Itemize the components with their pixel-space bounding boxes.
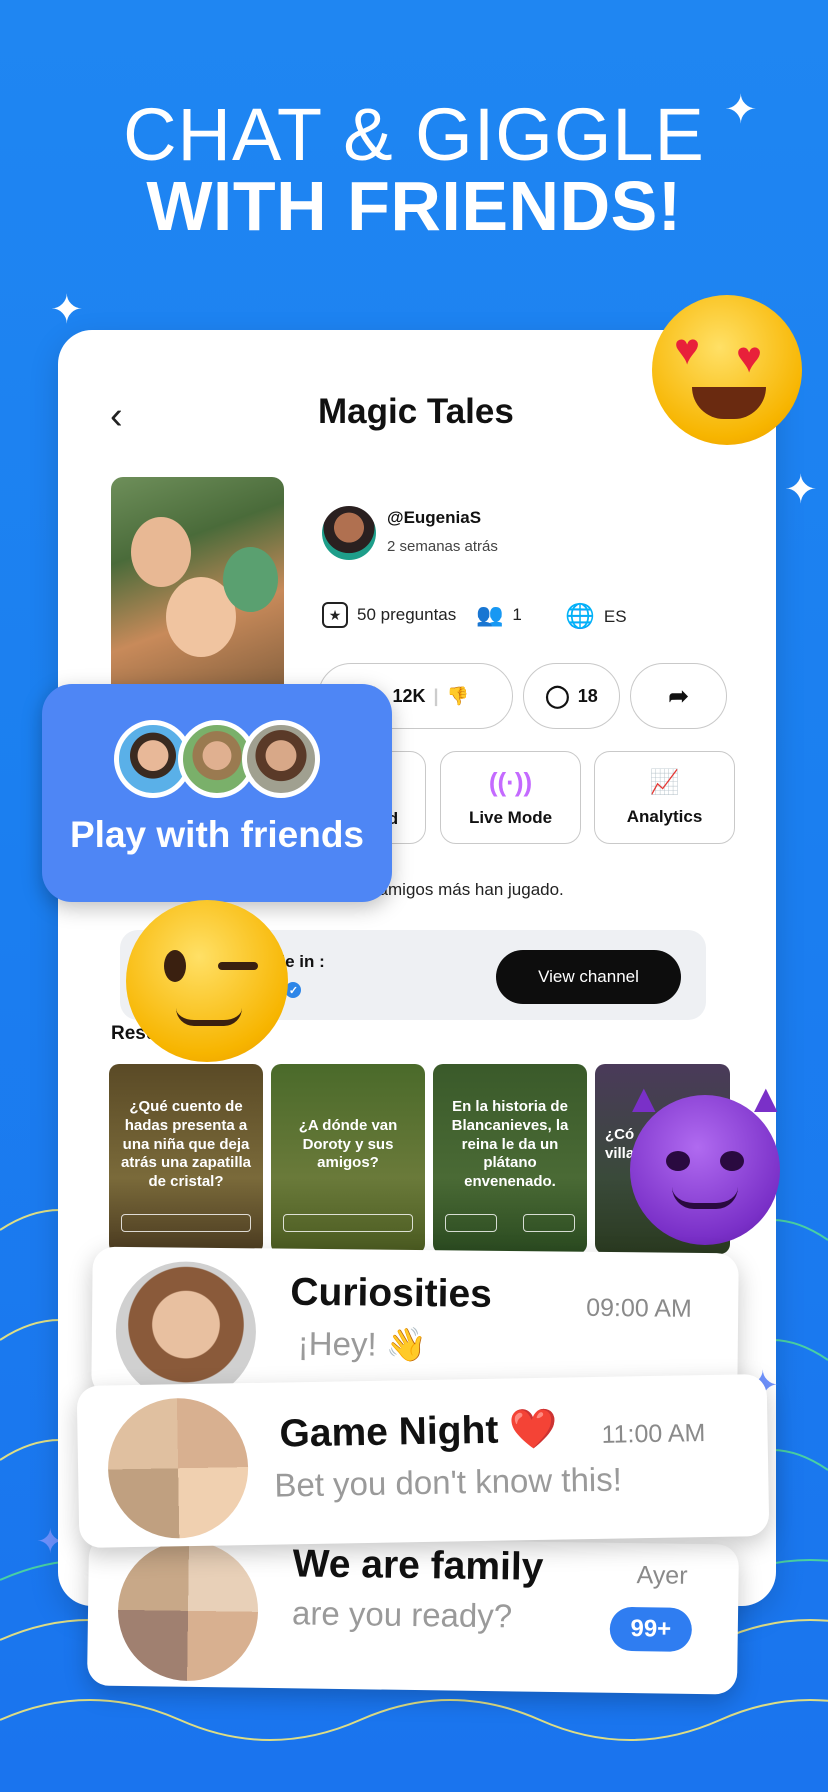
sparkle-icon: ✦: [784, 468, 818, 512]
chat-item-game-night[interactable]: Game Night ❤️ Bet you don't know this! 1…: [76, 1373, 770, 1549]
thumbs-down-icon[interactable]: 👎: [447, 686, 469, 707]
play-with-friends-card[interactable]: Play with friends: [42, 684, 392, 902]
star-icon: ★: [322, 602, 348, 628]
view-channel-button[interactable]: View channel: [496, 950, 681, 1004]
comment-bubble-icon: ◯: [545, 683, 570, 708]
tile-live-mode-label: Live Mode: [468, 808, 553, 827]
episode-card[interactable]: ¿A dónde van Doroty y sus amigos?: [271, 1064, 425, 1254]
chat-message: ¡Hey! 👋: [297, 1324, 428, 1364]
headline-line-1: CHAT & GIGGLE: [123, 93, 705, 176]
unread-badge: 99+: [609, 1606, 693, 1652]
chat-message: Bet you don't know this!: [274, 1460, 623, 1504]
share-button[interactable]: ➦: [630, 663, 727, 729]
smiling-devil-emoji: ▲ ▲: [624, 1077, 786, 1245]
episode-card[interactable]: En la historia de Blancanieves, la reina…: [433, 1064, 587, 1254]
winking-emoji: [126, 900, 288, 1062]
quiz-cover-image[interactable]: [111, 477, 284, 707]
episode-question: ¿Qué cuento de hadas presenta a una niña…: [120, 1098, 252, 1191]
comments-button[interactable]: ◯ 18: [523, 663, 620, 729]
chevron-left-icon[interactable]: ‹: [110, 395, 123, 438]
sparkle-icon: ✦: [50, 288, 84, 332]
group-avatar: [106, 1397, 250, 1540]
tile-analytics-label: Analytics: [626, 807, 703, 826]
live-broadcast-icon: ((·)): [488, 767, 533, 797]
questions-count: 50 preguntas: [357, 605, 457, 624]
chat-time: 09:00 AM: [586, 1293, 692, 1323]
author-avatar[interactable]: [322, 506, 376, 560]
episode-question: ¿A dónde van Doroty y sus amigos?: [298, 1116, 398, 1172]
tile-analytics[interactable]: 📈 Analytics: [594, 751, 735, 844]
players-count: 1: [512, 605, 522, 624]
chat-name: Curiosities: [290, 1270, 493, 1316]
heart-eyes-emoji: ♥ ♥: [652, 295, 802, 445]
chat-time: 11:00 AM: [601, 1419, 706, 1449]
language-code: ES: [603, 606, 627, 626]
likes-count: 12K: [392, 685, 426, 706]
players-stat: 👥 1: [476, 602, 522, 628]
sparkle-icon: ✦: [724, 88, 758, 132]
chat-avatar: [115, 1260, 257, 1403]
chat-message: are you ready?: [291, 1594, 513, 1635]
friend-avatar: [242, 720, 320, 798]
language-stat: 🌐 ES: [565, 602, 627, 631]
play-with-friends-label: Play with friends: [69, 814, 364, 855]
chat-time: Ayer: [636, 1561, 688, 1590]
episode-question: En la historia de Blancanieves, la reina…: [451, 1098, 569, 1191]
chat-name: We are family: [292, 1542, 544, 1589]
tile-live-mode[interactable]: ((·)) Live Mode: [440, 751, 581, 844]
analytics-chart-icon: 📈: [649, 769, 680, 796]
episode-card[interactable]: ¿Qué cuento de hadas presenta a una niña…: [109, 1064, 263, 1254]
author-username[interactable]: @EugeniaS: [387, 508, 481, 528]
group-avatar: [117, 1539, 260, 1682]
globe-icon: 🌐: [565, 603, 595, 630]
chat-name: Game Night ❤️: [279, 1407, 559, 1456]
share-arrow-icon: ➦: [668, 682, 689, 710]
users-icon: 👥: [476, 602, 504, 627]
chat-item-family[interactable]: We are family are you ready? Ayer 99+: [86, 1535, 740, 1695]
questions-stat: ★ 50 preguntas: [322, 602, 456, 628]
comments-count: 18: [577, 685, 598, 706]
headline-line-2: WITH FRIENDS!: [146, 167, 682, 245]
post-date: 2 semanas atrás: [387, 538, 498, 555]
page-title: Magic Tales: [318, 392, 514, 431]
